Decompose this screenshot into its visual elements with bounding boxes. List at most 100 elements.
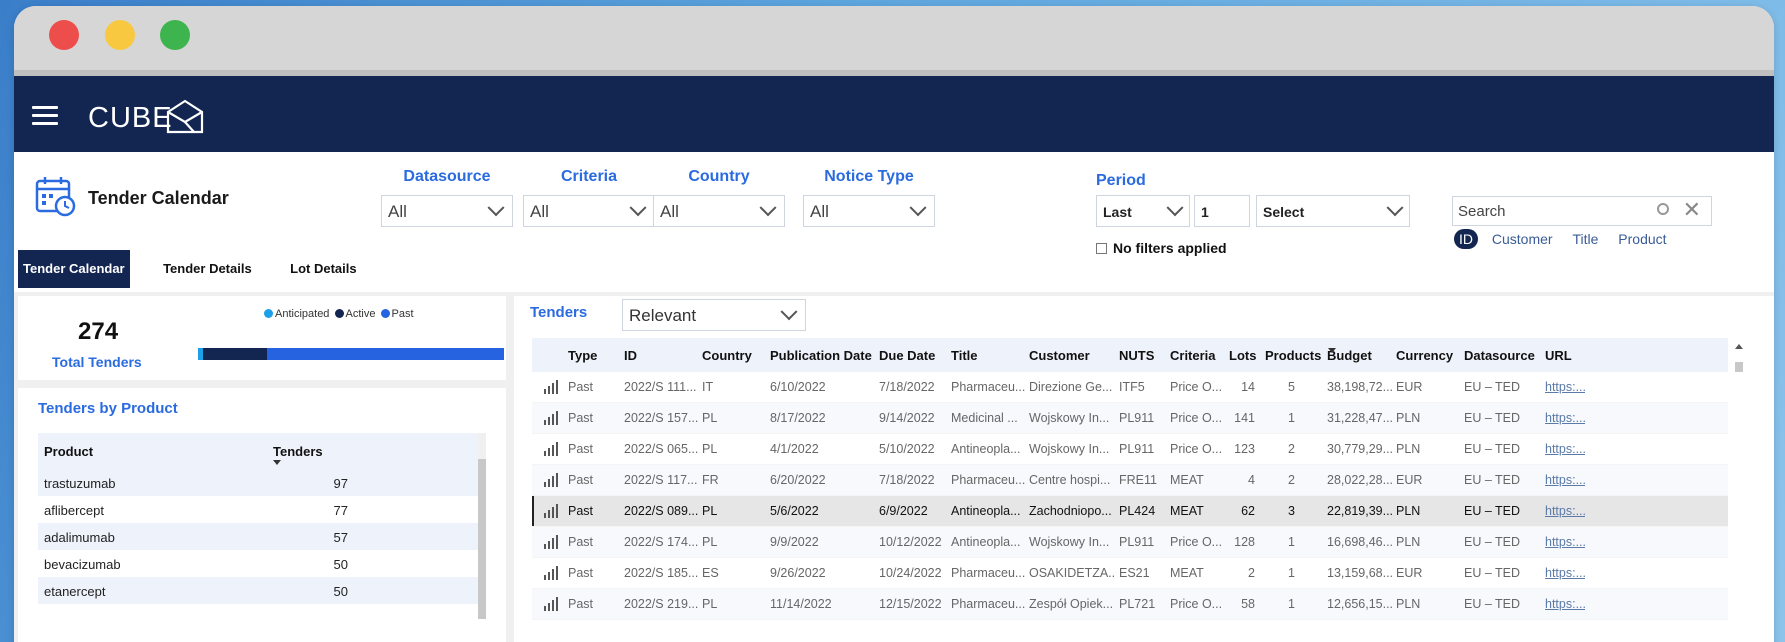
notice-type-select[interactable]: All <box>803 195 935 227</box>
period-unit-select[interactable]: Select <box>1256 195 1410 227</box>
cell-title: Antineopla... <box>951 535 1021 549</box>
tender-row[interactable]: Past 2022/S 185... ES 9/26/2022 10/24/2022 Ph… <box>532 558 1728 589</box>
cell-id: 2022/S 219... <box>624 597 699 611</box>
cell-url[interactable]: https:... <box>1545 442 1585 456</box>
cell-url[interactable]: https:... <box>1545 597 1585 611</box>
search-chip-product[interactable]: Product <box>1612 229 1672 249</box>
column-header-product[interactable]: Product <box>44 444 93 459</box>
tender-row[interactable]: Past 2022/S 157... PL 8/17/2022 9/14/2022 Med… <box>532 403 1728 434</box>
cell-title: Medicinal ... <box>951 411 1018 425</box>
cell-customer: Centre hospi... <box>1029 473 1111 487</box>
bar-chart-icon[interactable] <box>544 566 558 580</box>
column-header-currency[interactable]: Currency <box>1396 348 1453 363</box>
bar-chart-icon[interactable] <box>544 380 558 394</box>
column-header-country[interactable]: Country <box>702 348 752 363</box>
menu-icon[interactable] <box>32 106 58 126</box>
product-tender-count: 77 <box>333 503 348 518</box>
search-chip-id[interactable]: ID <box>1454 229 1478 249</box>
bar-chart-icon[interactable] <box>544 597 558 611</box>
tender-row[interactable]: Past 2022/S 111... IT 6/10/2022 7/18/2022 Pha… <box>532 372 1728 403</box>
cell-lots: 62 <box>1241 504 1255 518</box>
scroll-up-icon[interactable] <box>1735 344 1743 349</box>
cell-url[interactable]: https:... <box>1545 411 1585 425</box>
search-icon[interactable] <box>1657 203 1669 215</box>
column-header-criteria[interactable]: Criteria <box>1170 348 1216 363</box>
bar-segment-active[interactable] <box>202 348 267 360</box>
cell-due-date: 7/18/2022 <box>879 380 935 394</box>
cell-type: Past <box>568 442 594 456</box>
cell-criteria: MEAT <box>1170 504 1204 518</box>
cell-url[interactable]: https:... <box>1545 566 1585 580</box>
product-row[interactable]: adalimumab 57 <box>38 523 486 550</box>
bar-chart-icon[interactable] <box>544 473 558 487</box>
bar-chart-icon[interactable] <box>544 442 558 456</box>
scrollbar-thumb[interactable] <box>478 459 486 619</box>
column-header-customer[interactable]: Customer <box>1029 348 1090 363</box>
column-header-nuts[interactable]: NUTS <box>1119 348 1154 363</box>
column-header-type[interactable]: Type <box>568 348 597 363</box>
cell-currency: PLN <box>1396 504 1421 518</box>
product-name: adalimumab <box>44 530 115 545</box>
close-window-button[interactable] <box>49 20 79 50</box>
column-header-lots[interactable]: Lots <box>1229 348 1256 363</box>
tender-row[interactable]: Past 2022/S 219... PL 11/14/2022 12/15/2022 P… <box>532 589 1728 620</box>
cell-url[interactable]: https:... <box>1545 380 1585 394</box>
product-row[interactable]: aflibercept 77 <box>38 496 486 523</box>
column-header-publication-date[interactable]: Publication Date <box>770 348 872 363</box>
filter-status: No filters applied <box>1096 240 1227 256</box>
tender-row[interactable]: Past 2022/S 065... PL 4/1/2022 5/10/2022 Anti… <box>532 434 1728 465</box>
status-stacked-bar[interactable] <box>198 348 504 360</box>
cell-title: Antineopla... <box>951 442 1021 456</box>
scrollbar-thumb[interactable] <box>1735 362 1743 372</box>
bar-chart-icon[interactable] <box>544 504 558 518</box>
tenders-table-scrollbar[interactable] <box>1734 338 1744 642</box>
period-mode-select[interactable]: Last <box>1096 195 1190 227</box>
minimize-window-button[interactable] <box>105 20 135 50</box>
cell-type: Past <box>568 380 594 394</box>
datasource-select[interactable]: All <box>381 195 513 227</box>
cell-nuts: PL911 <box>1119 535 1155 549</box>
cell-country: PL <box>702 442 718 456</box>
product-row[interactable]: etanercept 50 <box>38 577 486 604</box>
cell-customer: Wojskowy In... <box>1029 411 1110 425</box>
column-header-datasource[interactable]: Datasource <box>1464 348 1535 363</box>
cell-title: Pharmaceu... <box>951 566 1025 580</box>
column-header-title[interactable]: Title <box>951 348 978 363</box>
period-count-input[interactable]: 1 <box>1194 195 1250 227</box>
search-chip-customer[interactable]: Customer <box>1486 229 1559 249</box>
cell-datasource: EU – TED <box>1464 473 1521 487</box>
criteria-select[interactable]: All <box>523 195 655 227</box>
tab-tender-details[interactable]: Tender Details <box>158 250 257 288</box>
tender-row[interactable]: Past 2022/S 089... PL 5/6/2022 6/9/2022 Antin… <box>532 496 1728 527</box>
bar-chart-icon[interactable] <box>544 411 558 425</box>
product-row[interactable]: trastuzumab 97 <box>38 469 486 496</box>
cell-type: Past <box>568 473 594 487</box>
product-row[interactable]: bevacizumab 50 <box>38 550 486 577</box>
filter-icon <box>1096 243 1107 254</box>
cell-url[interactable]: https:... <box>1545 535 1585 549</box>
tender-view-select[interactable]: Relevant <box>622 299 806 331</box>
column-header-due-date[interactable]: Due Date <box>879 348 935 363</box>
column-header-url[interactable]: URL <box>1545 348 1572 363</box>
cell-datasource: EU – TED <box>1464 442 1521 456</box>
country-select[interactable]: All <box>653 195 785 227</box>
tab-lot-details[interactable]: Lot Details <box>285 250 361 288</box>
cell-id: 2022/S 174... <box>624 535 699 549</box>
tab-tender-calendar[interactable]: Tender Calendar <box>18 250 130 288</box>
clear-search-icon[interactable]: ✕ <box>1683 199 1701 221</box>
cell-type: Past <box>568 535 594 549</box>
cell-url[interactable]: https:... <box>1545 504 1585 518</box>
column-header-products[interactable]: Products <box>1265 348 1321 363</box>
tender-row[interactable]: Past 2022/S 117... FR 6/20/2022 7/18/2022 Pha… <box>532 465 1728 496</box>
tender-row[interactable]: Past 2022/S 174... PL 9/9/2022 10/12/2022 Ant… <box>532 527 1728 558</box>
column-header-id[interactable]: ID <box>624 348 637 363</box>
cell-url[interactable]: https:... <box>1545 473 1585 487</box>
maximize-window-button[interactable] <box>160 20 190 50</box>
search-input[interactable]: Search ✕ <box>1452 196 1712 226</box>
bar-segment-past[interactable] <box>266 348 504 360</box>
product-tender-count: 97 <box>333 476 348 491</box>
search-chip-title[interactable]: Title <box>1566 229 1604 249</box>
bar-chart-icon[interactable] <box>544 535 558 549</box>
product-table-scrollbar[interactable] <box>478 433 486 619</box>
column-header-tenders[interactable]: Tenders <box>273 444 323 459</box>
